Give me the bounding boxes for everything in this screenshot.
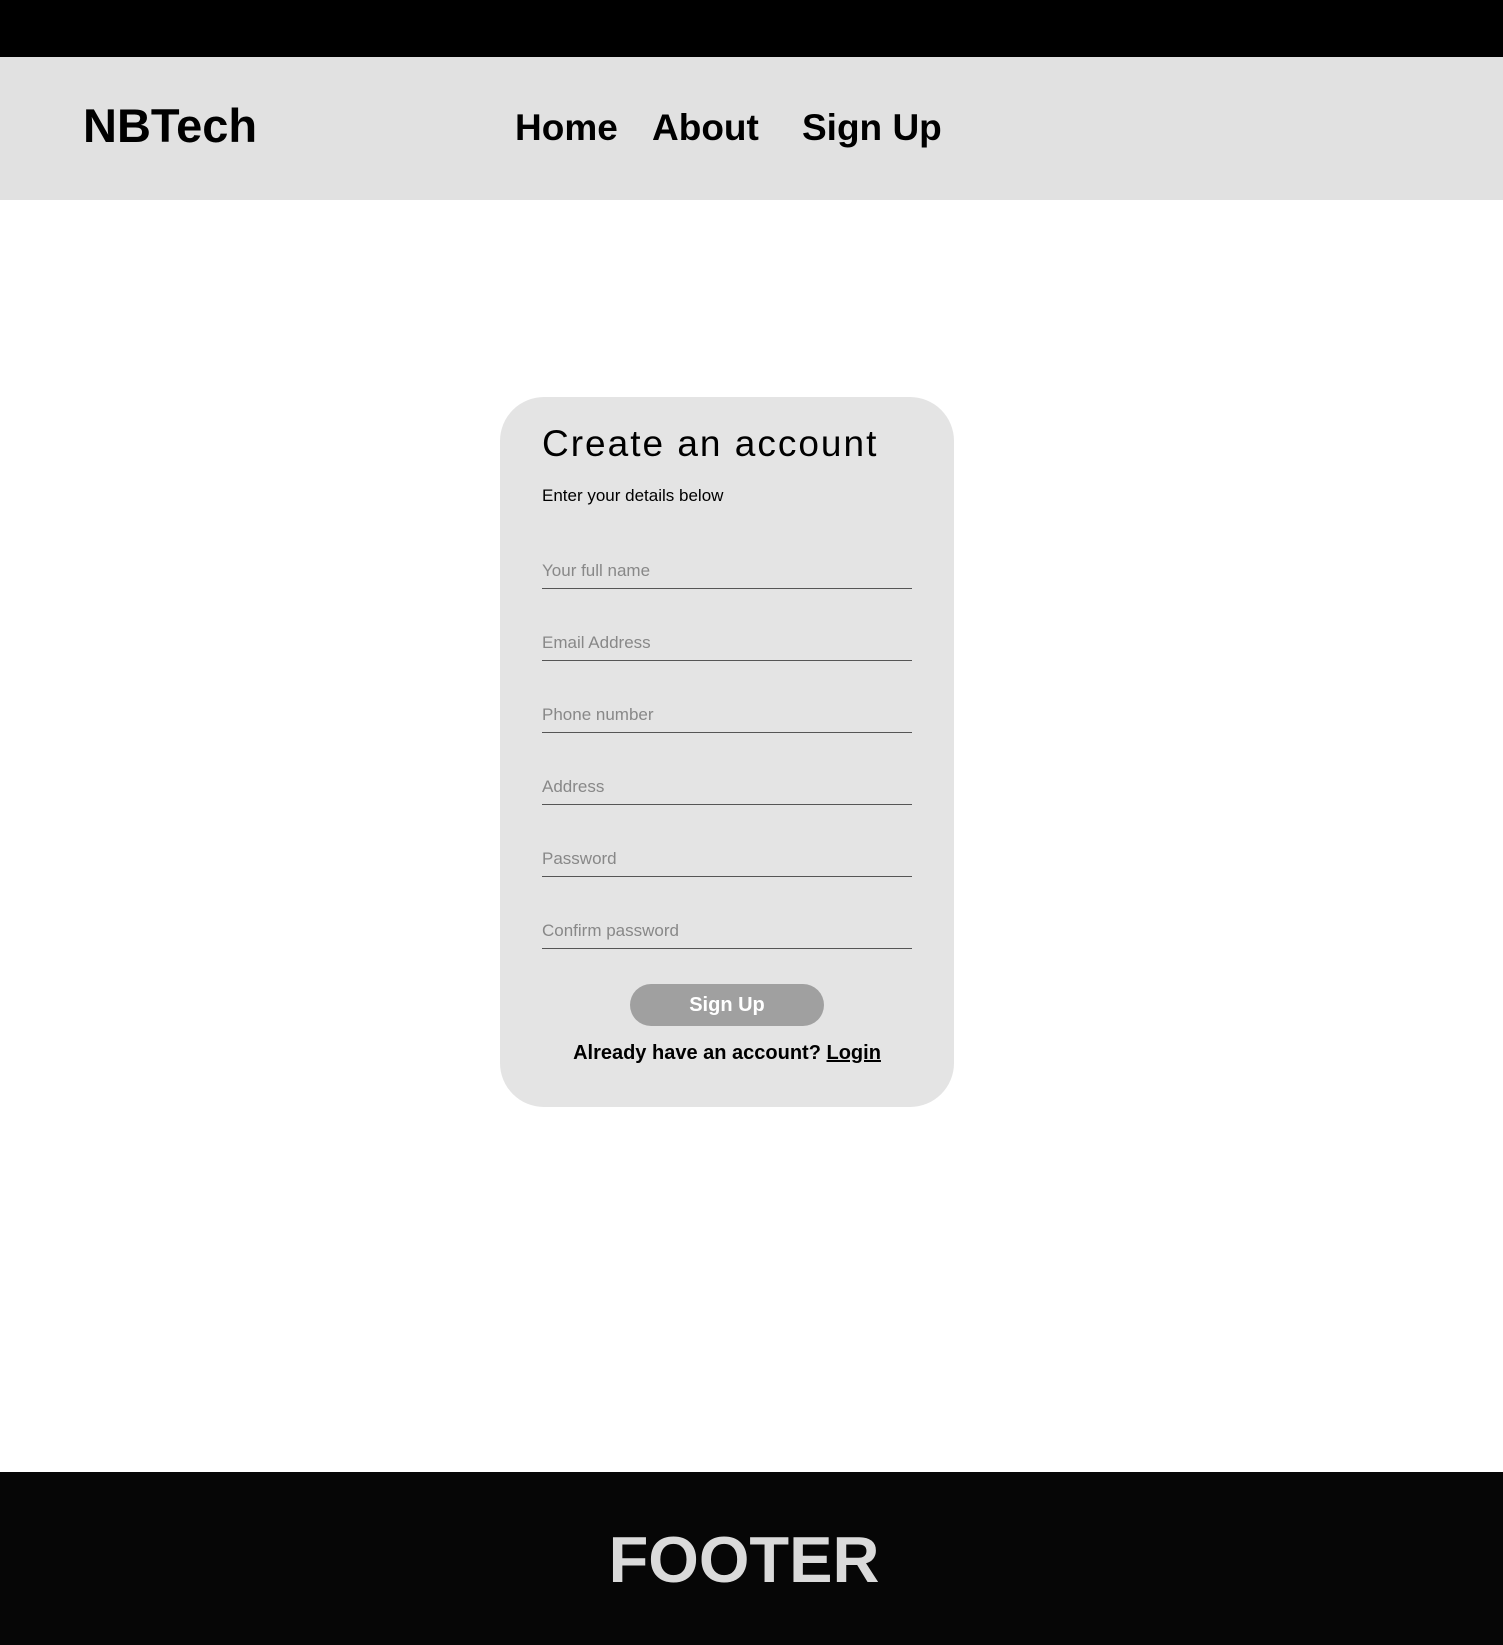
top-bar <box>0 0 1503 57</box>
confirm-password-input[interactable] <box>542 914 912 949</box>
footer-text: FOOTER <box>608 1523 880 1596</box>
address-input[interactable] <box>542 770 912 805</box>
phone-input[interactable] <box>542 698 912 733</box>
login-prompt-text: Already have an account? <box>573 1042 821 1064</box>
nav-home-link[interactable]: Home <box>515 109 618 146</box>
password-input[interactable] <box>542 842 912 877</box>
login-link[interactable]: Login <box>827 1042 881 1064</box>
nav-signup-link[interactable]: Sign Up <box>802 109 942 146</box>
full-name-input[interactable] <box>542 554 912 589</box>
form-title: Create an account <box>542 423 879 464</box>
brand-logo[interactable]: NBTech <box>83 102 257 149</box>
nav-about-link[interactable]: About <box>652 109 759 146</box>
sign-up-button[interactable]: Sign Up <box>630 984 824 1026</box>
login-prompt-line: Already have an account? Login <box>500 1043 954 1063</box>
form-subtitle: Enter your details below <box>542 486 724 505</box>
email-input[interactable] <box>542 626 912 661</box>
